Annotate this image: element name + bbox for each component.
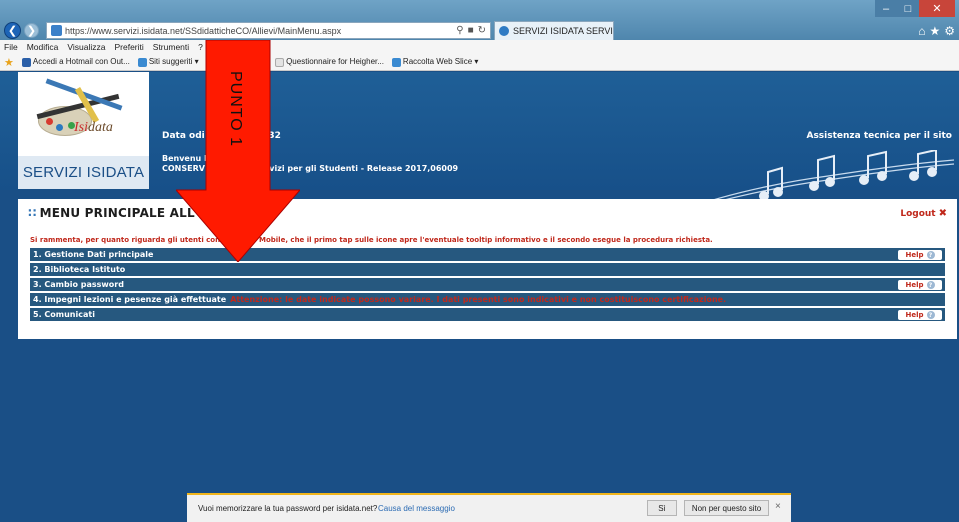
maximize-button[interactable]: □ <box>897 0 919 17</box>
logo-isi: Isi <box>74 120 88 135</box>
logout-icon: ✖ <box>938 208 947 219</box>
lock-icon[interactable]: ■ <box>468 25 474 36</box>
help-button[interactable]: Help? <box>898 310 942 320</box>
forward-button[interactable]: ❯ <box>24 23 39 38</box>
arrow-right-icon: ❯ <box>26 25 37 37</box>
logout-label: Logout <box>900 208 936 219</box>
menu-item-label: 1. Gestione Dati principale <box>33 250 154 259</box>
menu-visualizza[interactable]: Visualizza <box>67 42 105 52</box>
gear-icon[interactable]: ⚙ <box>944 24 955 38</box>
menu-modifica[interactable]: Modifica <box>27 42 59 52</box>
address-tools: ⚲ ■ ↻ <box>456 25 486 36</box>
close-window-button[interactable]: ✕ <box>919 0 955 17</box>
menu-item-warning: Attenzione: le date indicate possono var… <box>230 295 727 304</box>
star-icon[interactable]: ★ <box>929 24 940 38</box>
annotation-text: PUNTO 1 <box>227 70 244 148</box>
url-text: https://www.servizi.isidata.net/SSdidatt… <box>65 25 342 36</box>
ie-icon <box>391 57 401 67</box>
password-no-label: Non per questo sito <box>691 503 762 513</box>
favorite-webslice[interactable]: Raccolta Web Slice ▾ <box>391 57 479 67</box>
favorite-webslice-label: Raccolta Web Slice ▾ <box>402 57 479 67</box>
menu-preferiti[interactable]: Preferiti <box>114 42 143 52</box>
help-label: Help <box>905 281 924 289</box>
close-icon[interactable]: × <box>775 501 781 512</box>
menu-item-biblioteca[interactable]: 2. Biblioteca Istituto <box>30 263 945 277</box>
menu-item-comunicati[interactable]: 5. Comunicati Help? <box>30 308 945 322</box>
favorite-hotmail[interactable]: Accedi a Hotmail con Out... <box>21 57 130 67</box>
isidata-logo[interactable]: Isidata SERVIZI ISIDATA <box>18 72 149 189</box>
logo-data: data <box>88 120 113 135</box>
help-label: Help <box>905 251 924 259</box>
logo-wordmark: Isidata <box>74 120 113 136</box>
password-prompt-cause-link[interactable]: Causa del messaggio <box>378 504 455 513</box>
help-button[interactable]: Help? <box>898 250 942 260</box>
back-button[interactable]: ❮ <box>4 22 21 39</box>
menu-item-cambio-password[interactable]: 3. Cambio password Help? <box>30 278 945 292</box>
help-button[interactable]: Help? <box>898 280 942 290</box>
menu-item-label: 4. Impegni lezioni e pesenze già effettu… <box>33 295 227 304</box>
favorite-questionnaire-label: Questionnaire for Heigher... <box>286 57 384 67</box>
favorites-bar: ★ Accedi a Hotmail con Out... Siti sugge… <box>0 54 959 71</box>
browser-menubar: File Modifica Visualizza Preferiti Strum… <box>0 40 959 54</box>
help-icon: ? <box>926 281 935 289</box>
password-prompt-message: Vuoi memorizzare la tua password per isi… <box>198 504 378 513</box>
window-controls: – □ ✕ <box>875 0 955 17</box>
password-prompt-bar: Vuoi memorizzare la tua password per isi… <box>187 493 791 522</box>
favorites-star-icon[interactable]: ★ <box>4 56 14 69</box>
brand-name: SERVIZI ISIDATA <box>22 164 145 181</box>
menu-item-label: 3. Cambio password <box>33 280 124 289</box>
menu-item-label: 5. Comunicati <box>33 310 95 319</box>
help-label: Help <box>905 311 924 319</box>
password-no-button[interactable]: Non per questo sito <box>684 500 769 516</box>
safari-notice: Si rammenta, per quanto riguarda gli ute… <box>30 236 713 244</box>
title-bullet-icon: ∷ <box>28 206 37 220</box>
password-yes-button[interactable]: Sì <box>647 500 677 516</box>
menu-item-label: 2. Biblioteca Istituto <box>33 265 126 274</box>
arrow-left-icon: ❮ <box>7 25 18 37</box>
password-yes-label: Sì <box>658 503 666 513</box>
browser-tab[interactable]: SERVIZI ISIDATA SERVIZI IS... × <box>494 21 614 40</box>
hotmail-icon <box>21 57 31 67</box>
menu-item-gestione-dati[interactable]: 1. Gestione Dati principale Help? <box>30 248 945 262</box>
refresh-icon[interactable]: ↻ <box>478 25 486 36</box>
menu-item-impegni-lezioni[interactable]: 4. Impegni lezioni e pesenze già effettu… <box>30 293 945 307</box>
annotation-label: PUNTO 1 <box>206 54 264 164</box>
tab-title: SERVIZI ISIDATA SERVIZI IS... <box>513 26 613 36</box>
minimize-button[interactable]: – <box>875 0 897 17</box>
main-menu-panel: ∷ MENU PRINCIPALE ALL COLATI Logout ✖ Si r… <box>18 199 957 339</box>
address-bar[interactable]: https://www.servizi.isidata.net/SSdidatt… <box>46 22 491 39</box>
search-icon[interactable]: ⚲ <box>456 25 463 36</box>
browser-right-icons: ⌂ ★ ⚙ <box>918 24 955 38</box>
favorite-hotmail-label: Accedi a Hotmail con Out... <box>32 57 130 67</box>
logout-link[interactable]: Logout ✖ <box>900 208 947 219</box>
tab-favicon-icon <box>499 26 509 36</box>
site-favicon-icon <box>51 25 62 36</box>
ie-icon <box>137 57 147 67</box>
home-icon[interactable]: ⌂ <box>918 24 925 38</box>
browser-titlebar: ❮ ❯ https://www.servizi.isidata.net/SSdi… <box>0 0 959 40</box>
brand-strip: SERVIZI ISIDATA <box>18 156 149 189</box>
technical-assistance-link[interactable]: Assistenza tecnica per il sito <box>806 131 952 141</box>
help-icon: ? <box>926 311 935 319</box>
menu-file[interactable]: File <box>4 42 18 52</box>
help-icon: ? <box>926 251 935 259</box>
